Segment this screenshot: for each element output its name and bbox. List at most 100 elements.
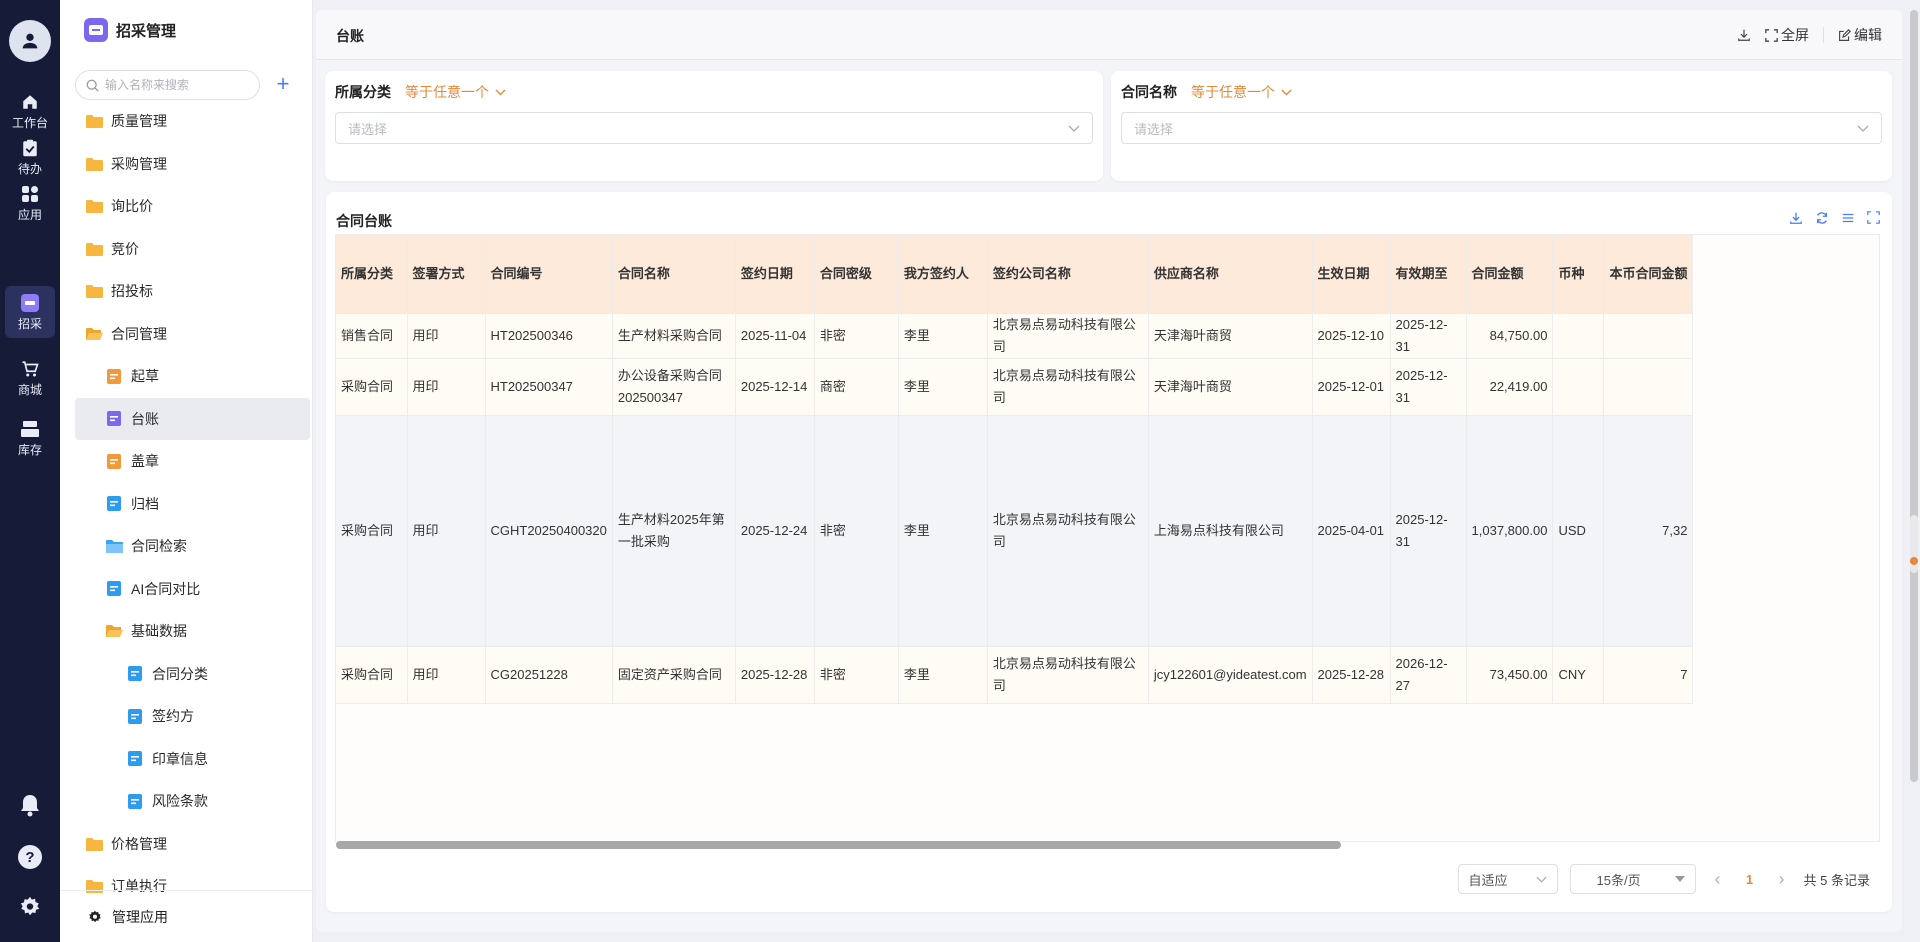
nav-item-inquiry[interactable]: 询比价: [75, 185, 310, 228]
notifications-button[interactable]: [0, 793, 60, 817]
page-size-value: 15条/页: [1596, 872, 1641, 888]
table-cell: 北京易点易动科技有限公司: [987, 358, 1149, 416]
rail-item-mall[interactable]: 商城: [0, 352, 60, 404]
nav-item-base-data[interactable]: 基础数据: [75, 610, 310, 653]
table-row[interactable]: 销售合同 用印 HT202500346 生产材料采购合同 2025-11-04 非密 李里北…: [336, 313, 1694, 359]
size-mode-select[interactable]: 自适应: [1457, 864, 1558, 894]
header-actions: 全屏 编辑: [1737, 25, 1882, 45]
nav-item-ledger[interactable]: 台账: [75, 397, 310, 440]
scrollbar-thumb[interactable]: [336, 841, 1341, 849]
column-header[interactable]: 合同金额: [1466, 235, 1554, 314]
rail-item-procurement[interactable]: 招采: [5, 286, 55, 338]
table-cell: 生产材料采购合同: [612, 313, 736, 359]
nav-item-risk-clauses[interactable]: 风险条款: [75, 780, 310, 823]
column-header[interactable]: 签约公司名称: [987, 235, 1149, 314]
gear-icon: [89, 910, 101, 922]
nav-item-contract-search[interactable]: 合同检索: [75, 525, 310, 568]
nav-item-bidding[interactable]: 竞价: [75, 228, 310, 271]
column-header[interactable]: 合同名称: [612, 235, 736, 314]
caret-down-icon: [1674, 876, 1685, 882]
add-button[interactable]: +: [272, 73, 294, 96]
edit-button[interactable]: 编辑: [1838, 25, 1882, 45]
column-header[interactable]: 合同编号: [485, 235, 613, 314]
column-header[interactable]: 签署方式: [407, 235, 486, 314]
folder-icon: [85, 197, 103, 215]
table-fullscreen-button[interactable]: [1867, 211, 1880, 228]
nav-item-label: 台账: [131, 410, 159, 427]
nav-item-tender[interactable]: 招投标: [75, 270, 310, 313]
filter-operator-dropdown[interactable]: 等于任意一个: [405, 82, 506, 102]
nav-item-contract-category[interactable]: 合同分类: [75, 653, 310, 696]
table-cell: 22,419.00: [1466, 358, 1554, 416]
column-header[interactable]: 生效日期: [1312, 235, 1391, 314]
table-horizontal-scrollbar[interactable]: [336, 840, 1881, 850]
help-button[interactable]: ?: [0, 845, 60, 869]
manage-apps-button[interactable]: 管理应用: [60, 890, 313, 942]
table-export-button[interactable]: [1789, 211, 1803, 228]
next-page-button[interactable]: ›: [1772, 869, 1792, 890]
column-header[interactable]: 币种: [1552, 235, 1605, 314]
column-header[interactable]: 本币合同金额: [1603, 235, 1694, 314]
nav-item-archive[interactable]: 归档: [75, 483, 310, 526]
rail-item-apps[interactable]: 应用: [0, 177, 60, 229]
document-icon: [105, 367, 123, 385]
nav-item-quality[interactable]: 质量管理: [75, 100, 310, 143]
table-cell: 用印: [407, 358, 486, 416]
filter-operator-dropdown[interactable]: 等于任意一个: [1191, 82, 1292, 102]
column-header[interactable]: 签约日期: [735, 235, 815, 314]
table-cell: 李里: [898, 358, 988, 416]
nav-item-seal[interactable]: 盖章: [75, 440, 310, 483]
filter-label: 所属分类: [335, 84, 391, 100]
column-header[interactable]: 合同密级: [814, 235, 899, 314]
folder-icon: [85, 112, 103, 130]
prev-page-button[interactable]: ‹: [1708, 869, 1728, 890]
rail-item-todo[interactable]: 待办: [0, 131, 60, 183]
table-cell: 采购合同: [336, 646, 408, 704]
nav-item-draft[interactable]: 起草: [75, 355, 310, 398]
page-vertical-scrollbar[interactable]: [1910, 10, 1918, 782]
table-cell: 生产材料2025年第一批采购: [612, 415, 736, 647]
document-icon: [126, 750, 144, 768]
nav-item-price-mgmt[interactable]: 价格管理: [75, 823, 310, 866]
chevron-down-icon: [1068, 125, 1080, 132]
filter-select-category[interactable]: 请选择: [335, 112, 1093, 144]
nav-search-input[interactable]: [105, 78, 245, 92]
table-row[interactable]: 采购合同 用印 CG20251228 固定资产采购合同 2025-12-28 非密 李里 北京…: [336, 646, 1694, 704]
table-cell: jcy122601@yideatest.com: [1148, 646, 1313, 704]
fullscreen-label: 全屏: [1781, 27, 1809, 43]
download-icon: [1738, 29, 1750, 41]
table-cell: 2025-04-01: [1312, 415, 1391, 647]
column-header[interactable]: 有效期至: [1390, 235, 1467, 314]
table-refresh-button[interactable]: [1815, 211, 1829, 228]
manage-apps-label: 管理应用: [112, 908, 168, 925]
filter-select-contract-name[interactable]: 请选择: [1121, 112, 1882, 144]
column-header[interactable]: 供应商名称: [1148, 235, 1313, 314]
table-row[interactable]: 采购合同 用印 CGHT20250400320 生产材料2025年第一批采购 2025-…: [336, 415, 1694, 647]
nav-item-label: AI合同对比: [131, 580, 201, 597]
page-number[interactable]: 1: [1740, 872, 1760, 887]
page-size-select[interactable]: 15条/页: [1569, 864, 1696, 894]
nav-item-purchasing[interactable]: 采购管理: [75, 143, 310, 186]
size-mode-value: 自适应: [1468, 872, 1508, 888]
export-button[interactable]: [1737, 28, 1751, 42]
nav-item-contract-mgmt[interactable]: 合同管理: [75, 313, 310, 356]
table-row[interactable]: 采购合同 用印 HT202500347 办公设备采购合同202500347 2025-1…: [336, 358, 1694, 416]
document-icon: [126, 665, 144, 683]
nav-item-signing-party[interactable]: 签约方: [75, 695, 310, 738]
nav-item-ai-compare[interactable]: AI合同对比: [75, 568, 310, 611]
column-header[interactable]: 我方签约人: [898, 235, 988, 314]
rail-item-inventory[interactable]: 库存: [0, 412, 60, 464]
fullscreen-button[interactable]: 全屏: [1765, 25, 1809, 45]
column-header[interactable]: 所属分类: [336, 235, 408, 314]
user-avatar[interactable]: [9, 20, 51, 62]
folder-icon: [85, 835, 103, 853]
table-cell: [1603, 313, 1694, 359]
table-columns-button[interactable]: [1841, 211, 1855, 228]
table-cell: 用印: [407, 313, 486, 359]
rail-item-workbench[interactable]: 工作台: [0, 85, 60, 137]
select-placeholder: 请选择: [348, 121, 388, 137]
nav-item-seal-info[interactable]: 印章信息: [75, 738, 310, 781]
nav-item-label: 竞价: [111, 240, 139, 257]
settings-button[interactable]: [0, 896, 60, 918]
help-icon: ?: [18, 845, 42, 869]
